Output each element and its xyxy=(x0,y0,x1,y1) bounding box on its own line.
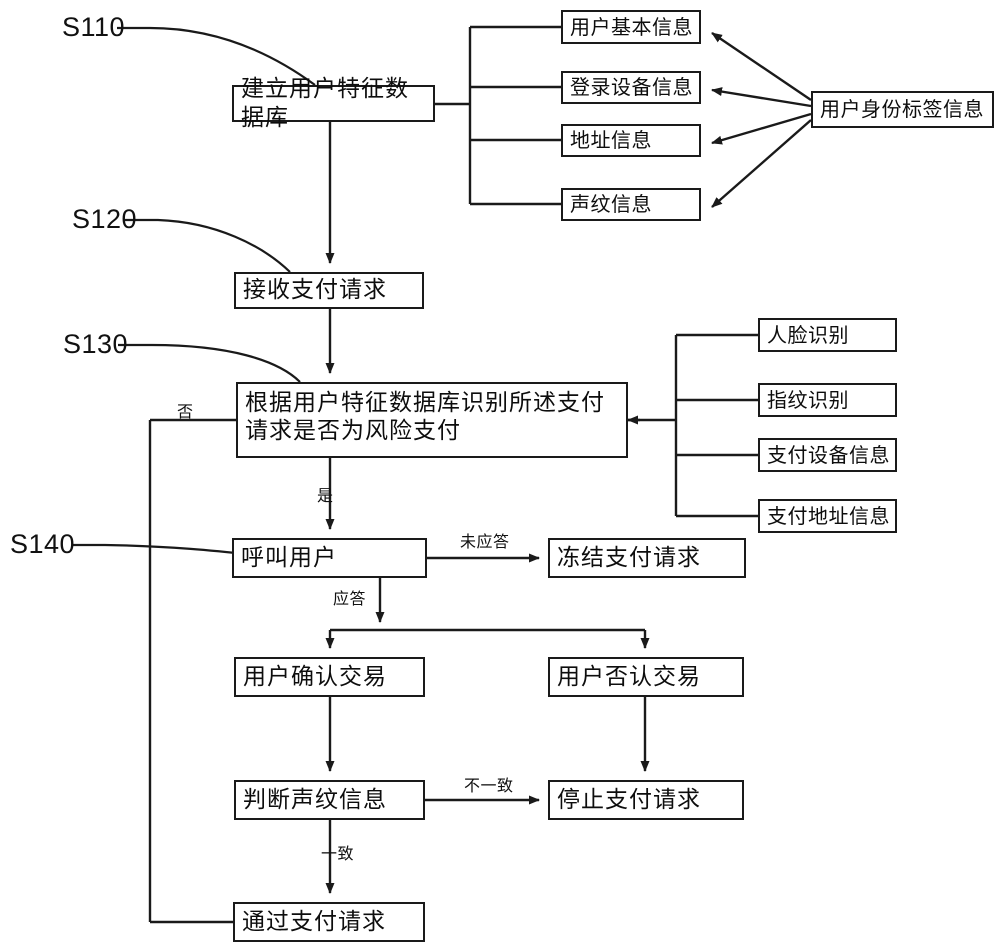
node-risk-identification-decision[interactable]: 根据用户特征数据库识别所述支付请求是否为风险支付 xyxy=(236,382,628,458)
node-user-confirm-transaction[interactable]: 用户确认交易 xyxy=(234,657,425,697)
node-judge-voiceprint-info[interactable]: 判断声纹信息 xyxy=(234,780,425,820)
node-receive-payment-request[interactable]: 接收支付请求 xyxy=(234,272,424,309)
edge-label-yes: 是 xyxy=(317,486,334,505)
flowchart-connectors xyxy=(72,25,812,924)
node-payment-address-info[interactable]: 支付地址信息 xyxy=(758,499,897,533)
step-label-s120: S120 xyxy=(72,204,138,234)
step-label-s130: S130 xyxy=(63,329,129,359)
node-freeze-payment-request[interactable]: 冻结支付请求 xyxy=(548,538,746,578)
edge-label-no: 否 xyxy=(177,402,194,421)
node-user-identity-tag-info[interactable]: 用户身份标签信息 xyxy=(811,91,994,128)
edge-label-mismatch: 不一致 xyxy=(464,776,514,795)
node-pass-payment-request[interactable]: 通过支付请求 xyxy=(233,902,425,942)
step-label-s140: S140 xyxy=(10,529,76,559)
node-face-recognition[interactable]: 人脸识别 xyxy=(758,318,897,352)
node-fingerprint-recognition[interactable]: 指纹识别 xyxy=(758,383,897,417)
edge-label-match: 一致 xyxy=(321,844,355,863)
node-voiceprint-info[interactable]: 声纹信息 xyxy=(561,188,701,221)
node-build-user-feature-database[interactable]: 建立用户特征数据库 xyxy=(232,76,435,131)
step-label-s110: S110 xyxy=(62,12,126,42)
flowchart-canvas: S110 S120 S130 S140 建立用户特征数据库 用户基本信息 登录设… xyxy=(0,0,1000,949)
node-call-user[interactable]: 呼叫用户 xyxy=(232,538,427,578)
node-address-info[interactable]: 地址信息 xyxy=(561,124,701,157)
node-payment-device-info[interactable]: 支付设备信息 xyxy=(758,438,897,472)
edge-label-no-answer: 未应答 xyxy=(460,532,510,551)
node-user-basic-info[interactable]: 用户基本信息 xyxy=(561,10,701,44)
node-user-deny-transaction[interactable]: 用户否认交易 xyxy=(548,657,744,697)
node-stop-payment-request[interactable]: 停止支付请求 xyxy=(548,780,744,820)
edge-label-answered: 应答 xyxy=(333,589,367,608)
node-login-device-info[interactable]: 登录设备信息 xyxy=(561,71,701,104)
